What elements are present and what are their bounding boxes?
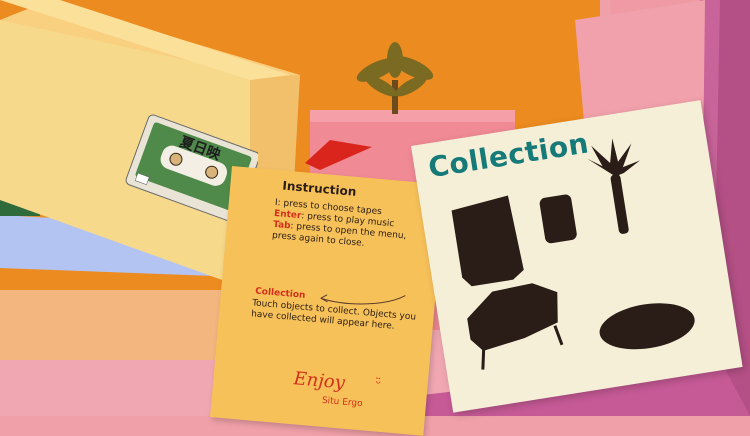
stool-silhouette: [539, 194, 577, 244]
instruction-title: Instruction: [281, 178, 357, 199]
game-viewport[interactable]: 夏日映 Instruction I: press to choose tapes…: [0, 0, 750, 436]
cabinet-silhouette: [451, 195, 524, 287]
palm-plant-silhouette: [587, 138, 641, 234]
rug-silhouette: [599, 303, 695, 350]
smile-icon: ᵕ̈: [374, 376, 381, 391]
tab-key-label: Tab: [272, 219, 291, 232]
signature-sub: Situ Ergo: [321, 396, 363, 410]
signature: Enjoy ᵕ̈ Situ Ergo: [292, 368, 382, 410]
instruction-card: Instruction I: press to choose tapes Ent…: [210, 166, 446, 436]
collection-silhouettes: [451, 138, 695, 370]
armchair-silhouette: [467, 283, 564, 370]
signature-text: Enjoy: [292, 368, 347, 394]
instruction-lines: I: press to choose tapes Enter: press to…: [272, 198, 435, 256]
collection-panel: Collection: [411, 100, 743, 413]
